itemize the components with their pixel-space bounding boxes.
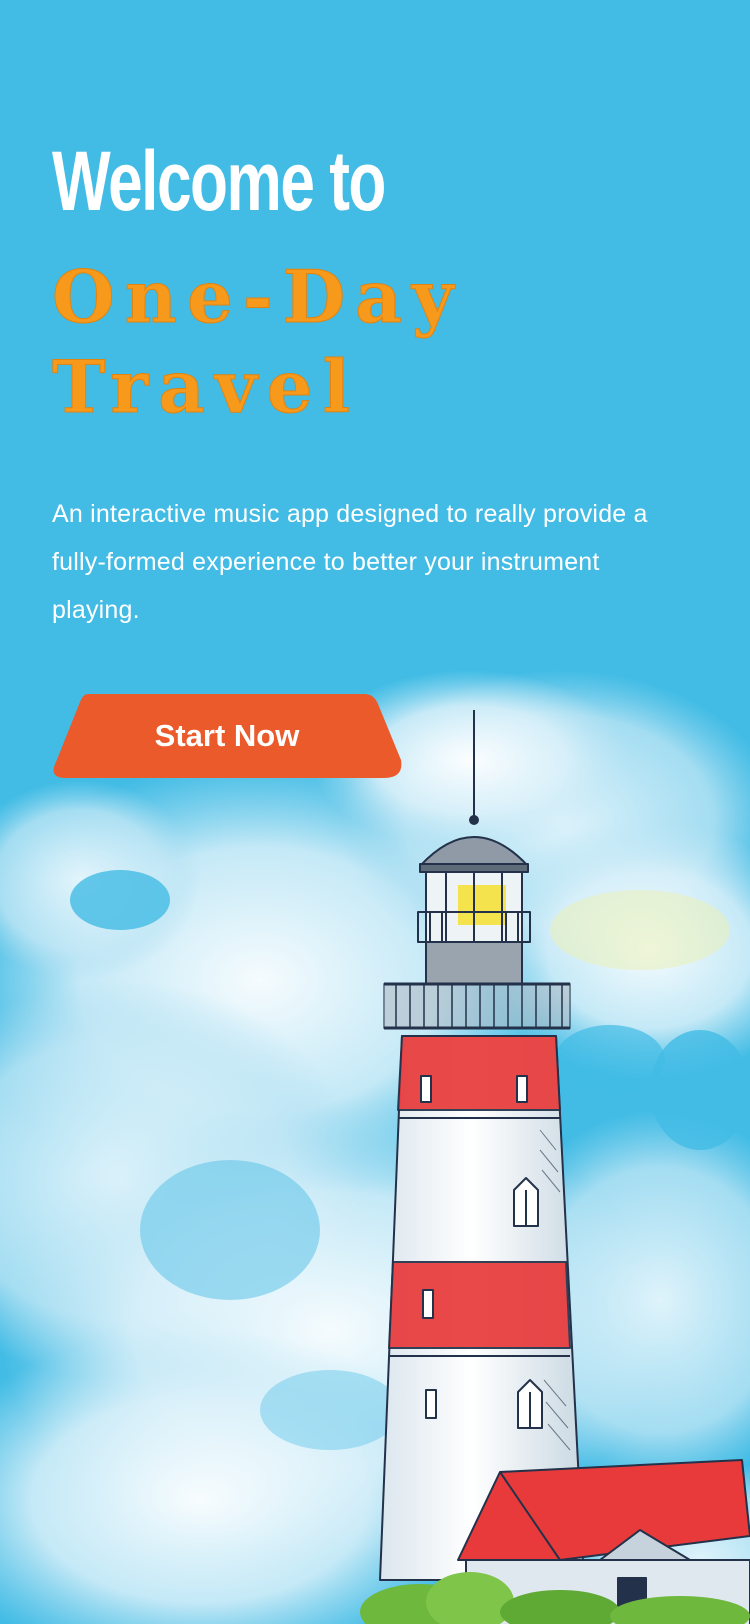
brand-line-1: One-Day: [52, 254, 464, 340]
welcome-screen: Welcome to One-Day Travel An interactive…: [0, 0, 750, 1624]
brand-line-2: Travel: [52, 344, 360, 430]
start-now-button[interactable]: Start Now: [52, 694, 402, 778]
start-now-label: Start Now: [154, 718, 300, 753]
app-description: An interactive music app designed to rea…: [52, 500, 648, 624]
app-brand-title: One-Day Travel: [52, 252, 572, 432]
lighthouse-illustration: [0, 670, 750, 1624]
welcome-heading: Welcome to: [52, 134, 386, 228]
